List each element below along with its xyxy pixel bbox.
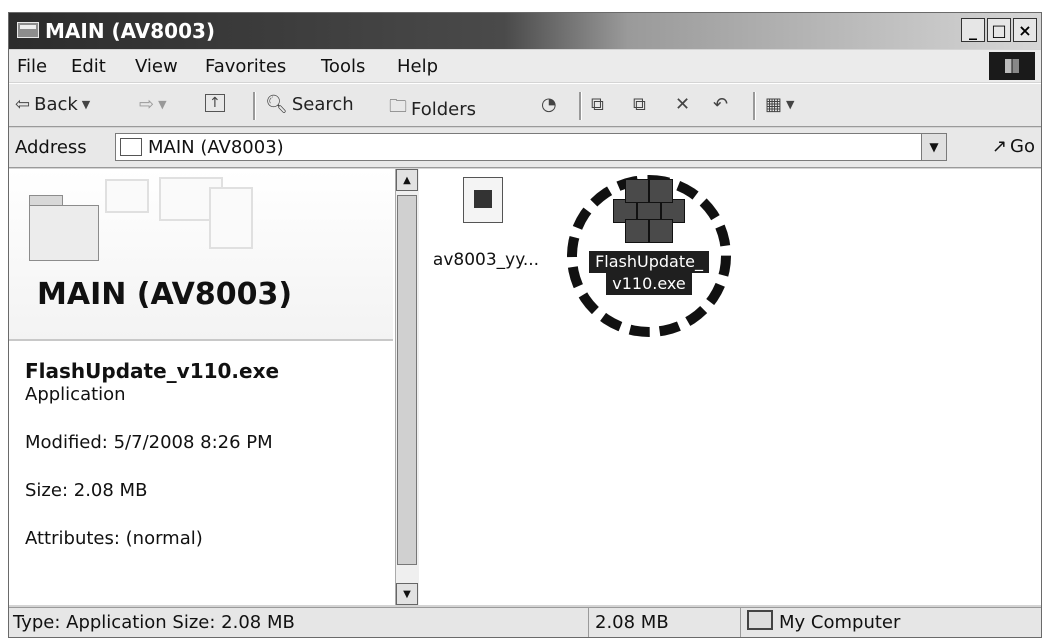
menu-help[interactable]: Help (397, 56, 438, 77)
go-label: Go (1010, 136, 1035, 157)
maximize-button[interactable]: □ (987, 18, 1011, 42)
details-file-type: Application (25, 384, 126, 405)
task-pane-scrollbar[interactable]: ▲ ▼ (395, 169, 419, 605)
menu-bar: File Edit View Favorites Tools Help (9, 50, 1041, 82)
undo-icon: ↶ (713, 94, 729, 115)
address-dropdown-button[interactable]: ▼ (921, 134, 946, 160)
search-icon: 🔍︎ (265, 94, 288, 115)
history-button[interactable]: ◔ (541, 94, 557, 115)
move-to-button[interactable]: ⧉ (591, 94, 604, 115)
file-label: av8003_yy... (432, 250, 540, 270)
address-value[interactable]: MAIN (AV8003) (148, 137, 284, 158)
history-icon: ◔ (541, 94, 557, 115)
my-computer-icon (747, 610, 773, 630)
views-dropdown-icon[interactable]: ▼ (786, 98, 794, 111)
file-item[interactable]: av8003_yy... (423, 177, 543, 270)
details-file-name: FlashUpdate_v110.exe (25, 359, 280, 383)
status-size: 2.08 MB (591, 608, 741, 637)
details-attributes: Attributes: (normal) (25, 528, 203, 549)
toolbar-separator (253, 92, 256, 120)
copy-to-button[interactable]: ⧉ (633, 94, 646, 115)
status-location-label: My Computer (779, 612, 901, 633)
toolbar: ⇦ Back ▼ ⇨ ▼ ↑ 🔍︎ Search 🗀 Folders ◔ ⧉ ⧉ (9, 83, 1041, 127)
pane-title: MAIN (AV8003) (37, 277, 293, 312)
back-label: Back (34, 94, 78, 115)
scroll-down-button[interactable]: ▼ (396, 583, 418, 605)
details-size: Size: 2.08 MB (25, 480, 148, 501)
address-bar: Address MAIN (AV8003) ▼ ↗ Go (9, 128, 1041, 168)
folder-icon (120, 138, 142, 156)
task-pane: MAIN (AV8003) FlashUpdate_v110.exe Appli… (9, 169, 419, 605)
views-button[interactable]: ▦ ▼ (765, 94, 794, 115)
folders-label: Folders (411, 98, 477, 120)
window-title: MAIN (AV8003) (45, 19, 216, 43)
go-button[interactable]: ↗ Go (992, 136, 1035, 157)
minimize-button[interactable]: _ (961, 18, 985, 42)
views-icon: ▦ (765, 94, 783, 115)
back-button[interactable]: ⇦ Back ▼ (15, 94, 90, 115)
windows-logo-icon (989, 52, 1035, 80)
address-field[interactable]: MAIN (AV8003) ▼ (115, 133, 947, 161)
document-icon (463, 177, 503, 223)
title-bar[interactable]: MAIN (AV8003) _ □ × (9, 13, 1041, 49)
decorative-folder-shape (105, 179, 149, 213)
scroll-up-button[interactable]: ▲ (396, 169, 418, 191)
details-section: FlashUpdate_v110.exe Application Modifie… (25, 359, 279, 551)
back-arrow-icon: ⇦ (15, 94, 31, 115)
back-dropdown-icon[interactable]: ▼ (82, 98, 90, 111)
window-controls: _ □ × (961, 18, 1037, 42)
file-item-selected[interactable]: FlashUpdate_ v110.exe (579, 177, 719, 297)
move-to-icon: ⧉ (591, 94, 604, 115)
forward-dropdown-icon[interactable]: ▼ (158, 98, 166, 111)
status-bar: Type: Application Size: 2.08 MB 2.08 MB … (9, 607, 1041, 637)
undo-button[interactable]: ↶ (713, 94, 728, 115)
forward-button[interactable]: ⇨ ▼ (139, 94, 167, 115)
status-type-size: Type: Application Size: 2.08 MB (9, 608, 589, 637)
selected-file-label: FlashUpdate_ v110.exe (579, 251, 719, 295)
up-folder-icon: ↑ (205, 94, 225, 112)
details-modified: Modified: 5/7/2008 8:26 PM (25, 432, 273, 453)
menu-file[interactable]: File (17, 56, 47, 77)
menu-view[interactable]: View (135, 56, 178, 77)
delete-icon: ✕ (675, 94, 691, 115)
toolbar-separator (753, 92, 756, 120)
close-button[interactable]: × (1013, 18, 1037, 42)
decorative-folder-shape (209, 187, 253, 249)
file-list-pane: av8003_yy... FlashUpdate_ v110.exe (419, 169, 1041, 605)
search-label: Search (291, 94, 354, 115)
forward-arrow-icon: ⇨ (139, 94, 155, 115)
up-folder-button[interactable]: ↑ (205, 94, 225, 112)
copy-to-icon: ⧉ (633, 94, 646, 115)
big-folder-icon (23, 195, 107, 265)
explorer-window: MAIN (AV8003) _ □ × File Edit View Favor… (8, 12, 1042, 638)
installer-icon (613, 179, 687, 243)
delete-button[interactable]: ✕ (675, 94, 690, 115)
folders-button[interactable]: 🗀 Folders (389, 94, 476, 124)
folders-icon: 🗀 (389, 96, 407, 117)
menu-edit[interactable]: Edit (71, 56, 106, 77)
task-pane-header: MAIN (AV8003) (9, 169, 393, 341)
scroll-thumb[interactable] (397, 195, 417, 565)
go-arrow-icon: ↗ (991, 136, 1008, 157)
toolbar-separator (579, 92, 582, 120)
address-label: Address (15, 137, 87, 158)
menu-favorites[interactable]: Favorites (205, 56, 286, 77)
search-button[interactable]: 🔍︎ Search (265, 94, 354, 115)
drive-icon (17, 22, 39, 38)
status-location: My Computer (743, 608, 1041, 637)
menu-tools[interactable]: Tools (321, 56, 365, 77)
